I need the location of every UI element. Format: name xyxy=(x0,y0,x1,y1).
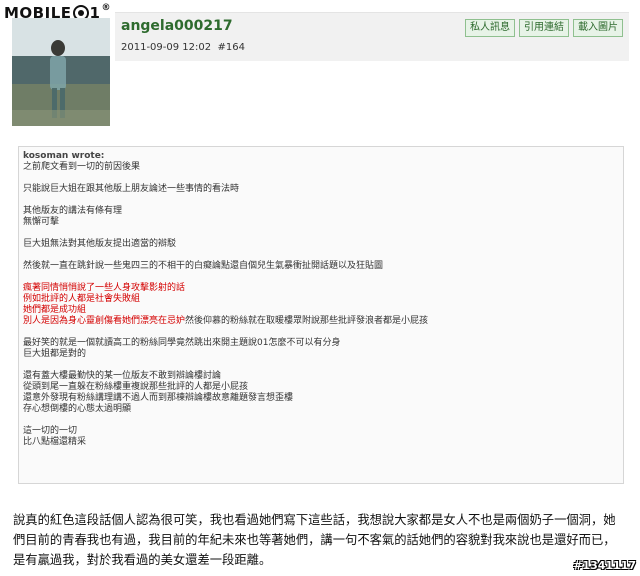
quote-line: 之前爬文看到一切的前因後果 xyxy=(23,162,141,172)
quote-line: 瘋著同情悄悄說了一些人身攻擊影射的話 xyxy=(23,283,186,293)
quote-line-highlight: 別人是因為身心靈創傷看她們漂亮在忌妒 xyxy=(23,316,186,326)
quote-text: 之前爬文看到一切的前因後果只能說巨大姐在跟其他版上朋友論述一些事情的看法時 其他版… xyxy=(23,162,619,448)
quote-line: 別人是因為身心靈創傷看她們漂亮在忌妒然後仰慕的粉絲就在取暖樓眾附說那些批評發浪者… xyxy=(23,316,619,327)
avatar-photo xyxy=(12,18,110,126)
quote-line: 最好笑的就是一個就讀高工的粉絲同學竟然跳出來開主題說01怎麼不可以有分身 xyxy=(23,338,341,348)
quote-line: 其他版友的講法有條有理 xyxy=(23,206,123,216)
logo-registered-mark: ® xyxy=(101,3,111,13)
quote-line: 然後就一直在跳針說一些鬼四三的不相干的白癡論點還自個兒生氣暴衝扯開話題以及狂貼圖 xyxy=(23,261,384,271)
load-images-button[interactable]: 載入圖片 xyxy=(573,19,623,37)
quote-line: 例如批評的人都是社會失敗組 xyxy=(23,294,141,304)
post-id-watermark: #1341117 xyxy=(573,559,636,572)
quote-block: kosoman wrote: 之前爬文看到一切的前因後果只能說巨大姐在跟其他版上… xyxy=(18,146,624,484)
quote-line: 巨大姐無法對其他版友提出適當的辯駁 xyxy=(23,239,177,249)
quote-line: 只能說巨大姐在跟其他版上朋友論述一些事情的看法時 xyxy=(23,184,240,194)
quote-line: 存心想倒樓的心態太過明顯 xyxy=(23,404,132,414)
post-body-text: 說真的紅色這段話個人認為很可笑，我也看過她們寫下這些話，我想說大家都是女人不也是… xyxy=(13,513,616,567)
avatar[interactable] xyxy=(12,18,110,126)
private-message-button[interactable]: 私人訊息 xyxy=(465,19,515,37)
quote-line: 比八點檔還精采 xyxy=(23,437,87,447)
post-header: angela000217 2011-09-09 12:02 #164 私人訊息 … xyxy=(115,12,629,61)
quote-line: 還有蓋大樓最勤快的某一位版友不敢到辯論樓討論 xyxy=(23,371,222,381)
quote-line: 她們都是成功組 xyxy=(23,305,87,315)
post-username[interactable]: angela000217 xyxy=(121,18,233,34)
quote-line-rest: 然後仰慕的粉絲就在取暖樓眾附說那些批評發浪者都是小屁孩 xyxy=(185,316,429,326)
quote-author: kosoman wrote: xyxy=(23,151,105,161)
post-actions: 私人訊息 引用連結 載入圖片 xyxy=(465,19,623,37)
quote-line: 還意外發現有粉絲講理講不過人而到那棟辯論樓故意離題發言想歪樓 xyxy=(23,393,294,403)
post-datetime: 2011-09-09 12:02 xyxy=(121,42,212,53)
quote-link-button[interactable]: 引用連結 xyxy=(519,19,569,37)
quote-line: 這一切的一切 xyxy=(23,426,78,436)
quote-line: 無懈可擊 xyxy=(23,217,60,227)
quote-line: 巨大姐都是對的 xyxy=(23,349,87,359)
post-floor-number[interactable]: #164 xyxy=(217,42,244,53)
quote-line: 從頭到尾一直躲在粉絲樓重複說那些批評的人都是小屁孩 xyxy=(23,382,249,392)
post-meta: 2011-09-09 12:02 #164 xyxy=(121,42,245,53)
